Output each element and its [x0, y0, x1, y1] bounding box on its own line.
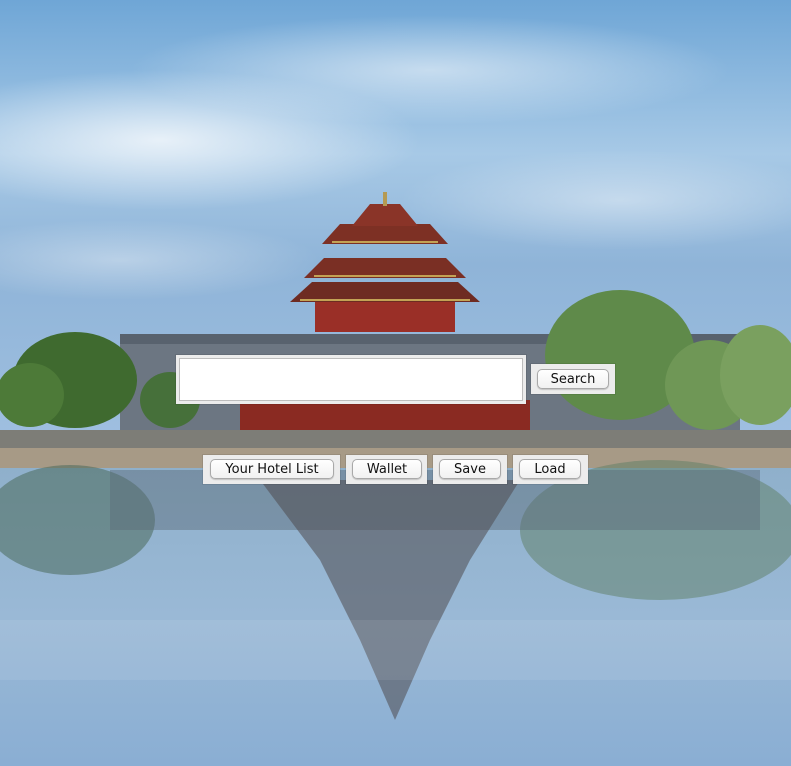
roof-finial — [383, 192, 387, 206]
search-button[interactable]: Search — [537, 369, 609, 389]
embankment — [0, 430, 791, 450]
your-hotel-list-button[interactable]: Your Hotel List — [210, 459, 334, 479]
load-button[interactable]: Load — [519, 459, 581, 479]
pavilion-body — [315, 300, 455, 332]
water-sheen — [0, 620, 791, 680]
search-input[interactable] — [179, 358, 523, 401]
pavilion-base — [240, 400, 530, 430]
save-button[interactable]: Save — [439, 459, 501, 479]
cloud — [130, 15, 730, 125]
wallet-button[interactable]: Wallet — [352, 459, 422, 479]
